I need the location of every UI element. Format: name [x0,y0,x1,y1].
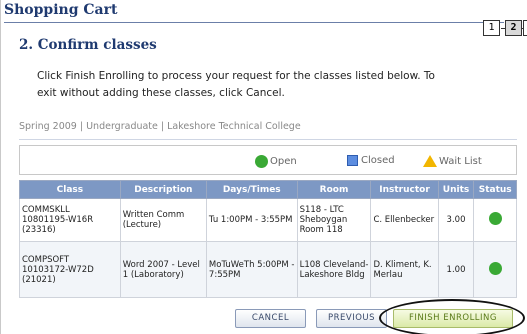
legend-open-label: Open [270,156,297,167]
column-header-room: Room [296,180,372,199]
table-row: COMPSOFT 10103172-W72D (21021) Word 2007… [19,241,517,298]
cancel-button[interactable]: CANCEL [235,309,306,328]
finish-enrolling-button[interactable]: FINISH ENROLLING [393,309,513,328]
column-header-status: Status [473,180,517,199]
days-times-cell: Tu 1:00PM - 3:55PM [205,198,298,242]
instructions-text: Click Finish Enrolling to process your r… [37,70,435,99]
status-legend: Open Closed Wait List [19,145,517,175]
legend-wait-list: Wait List [423,155,482,167]
step-3-indicator: 3 [523,20,527,36]
classes-table: Class Description Days/Times Room Instru… [19,180,517,298]
term-divider [19,139,517,140]
open-status-icon [488,261,502,275]
legend-closed: Closed [347,155,395,166]
column-header-description: Description [119,180,207,199]
open-status-icon [488,212,502,225]
table-header-row: Class Description Days/Times Room Instru… [19,180,517,199]
shopping-cart-title: Shopping Cart [4,2,118,18]
class-cell: COMPSOFT 10103172-W72D (21021) [19,241,121,298]
title-divider [4,22,504,23]
room-cell: S118 - LTC Sheboygan Room 118 [296,198,372,242]
description-cell: Written Comm (Lecture) [119,198,207,242]
legend-open: Open [255,155,297,168]
term-info: Spring 2009 | Undergraduate | Lakeshore … [19,121,301,132]
instructor-cell: D. Kliment, K. Merlau [370,241,439,298]
days-times-cell: MoTuWeTh 5:00PM - 7:55PM [205,241,298,298]
column-header-instructor: Instructor [370,180,439,199]
previous-button[interactable]: PREVIOUS [316,309,387,328]
units-cell: 1.00 [437,241,475,298]
column-header-units: Units [437,180,475,199]
room-cell: L108 Cleveland-Lakeshore Bldg [296,241,372,298]
legend-wait-list-label: Wait List [439,155,482,167]
step-2-indicator: 2 [505,20,522,36]
closed-status-icon [347,155,358,166]
instructor-cell: C. Ellenbecker [370,198,439,242]
status-cell [473,198,517,242]
units-cell: 3.00 [437,198,475,242]
wait-list-status-icon [423,155,437,167]
step-1-indicator: 1 [483,20,500,36]
column-header-days-times: Days/Times [205,180,298,199]
open-status-icon [255,155,268,168]
class-cell: COMMSKLL 10801195-W16R (23316) [19,198,121,242]
description-cell: Word 2007 - Level 1 (Laboratory) [119,241,207,298]
page-title: 2. Confirm classes [19,37,157,53]
table-row: COMMSKLL 10801195-W16R (23316) Written C… [19,198,517,242]
status-cell [473,241,517,298]
legend-closed-label: Closed [361,155,395,166]
column-header-class: Class [19,180,121,199]
